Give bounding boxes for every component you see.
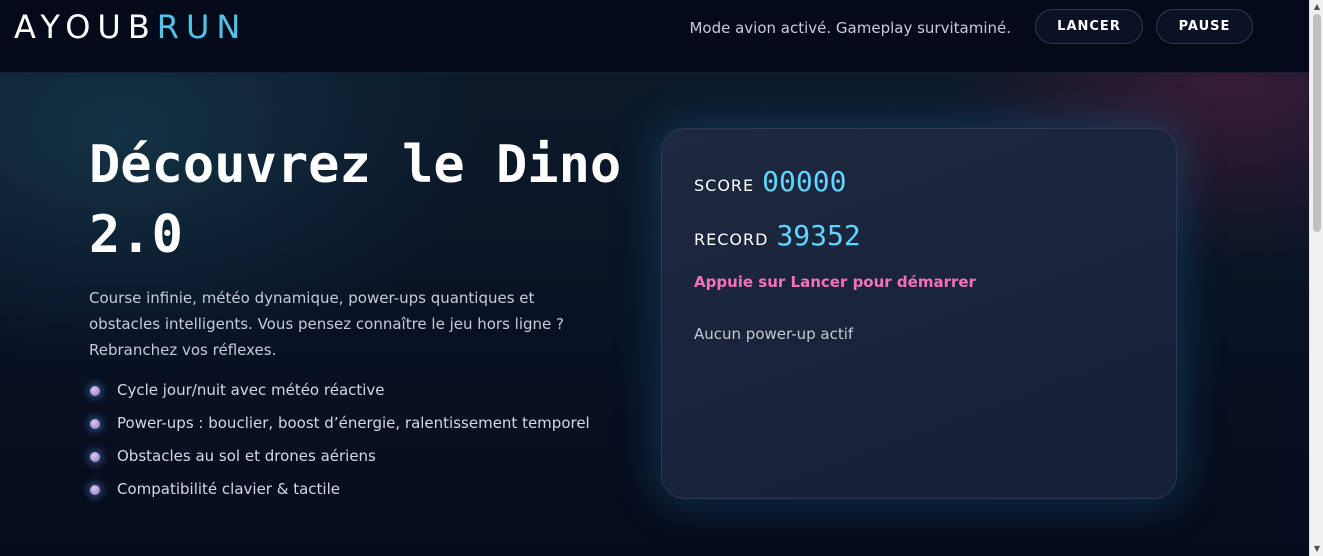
logo[interactable]: AYOUBRUN <box>14 8 247 46</box>
feature-text: Cycle jour/nuit avec météo réactive <box>117 381 385 399</box>
score-label: SCORE <box>694 176 755 195</box>
record-value: 39352 <box>776 219 861 252</box>
game-panel[interactable]: SCORE 00000 RECORD 39352 Appuie sur Lanc… <box>661 128 1177 499</box>
start-button[interactable]: LANCER <box>1035 9 1143 44</box>
glowing-dot-icon <box>90 452 100 462</box>
hero-description: Course infinie, météo dynamique, power-u… <box>89 289 564 359</box>
glowing-dot-icon <box>90 485 100 495</box>
feature-item: Power-ups : bouclier, boost d’énergie, r… <box>89 413 590 446</box>
vertical-scrollbar[interactable]: ▲ ▼ <box>1309 0 1323 556</box>
header-tagline: Mode avion activé. Gameplay survitaminé. <box>689 19 1011 37</box>
glowing-dot-icon <box>90 386 100 396</box>
score-display: SCORE 00000 <box>694 165 846 198</box>
record-label: RECORD <box>694 230 769 249</box>
logo-accent: RUN <box>156 8 248 46</box>
feature-text: Power-ups : bouclier, boost d’énergie, r… <box>117 414 590 432</box>
header: AYOUBRUN Mode avion activé. Gameplay sur… <box>0 0 1309 73</box>
feature-item: Compatibilité clavier & tactile <box>89 479 590 512</box>
scroll-down-arrow-icon[interactable]: ▼ <box>1310 542 1323 556</box>
glowing-dot-icon <box>90 419 100 429</box>
feature-text: Obstacles au sol et drones aériens <box>117 447 376 465</box>
logo-main: AYOUB <box>14 8 157 46</box>
feature-item: Obstacles au sol et drones aériens <box>89 446 590 479</box>
page: AYOUBRUN Mode avion activé. Gameplay sur… <box>0 0 1309 556</box>
feature-text: Compatibilité clavier & tactile <box>117 480 340 498</box>
page-title: Découvrez le Dino 2.0 <box>89 135 622 265</box>
powerup-status: Aucun power-up actif <box>694 325 854 343</box>
score-value: 00000 <box>762 165 847 198</box>
record-display: RECORD 39352 <box>694 219 861 252</box>
scroll-up-arrow-icon[interactable]: ▲ <box>1310 0 1323 14</box>
start-prompt: Appuie sur Lancer pour démarrer <box>694 273 976 291</box>
feature-list: Cycle jour/nuit avec météo réactive Powe… <box>89 380 590 512</box>
scrollbar-thumb[interactable] <box>1313 14 1321 232</box>
pause-button[interactable]: PAUSE <box>1156 9 1253 44</box>
feature-item: Cycle jour/nuit avec météo réactive <box>89 380 590 413</box>
